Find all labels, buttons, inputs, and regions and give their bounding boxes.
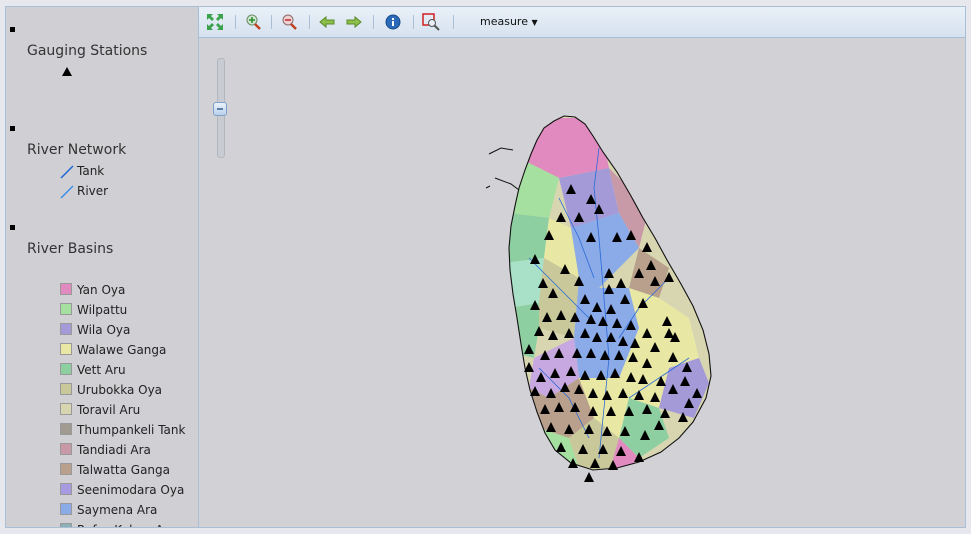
color-swatch [60,423,72,435]
basin-polygons [509,116,711,470]
legend-bullet [10,27,15,32]
legend-item-label: Yan Oya [77,283,126,297]
color-swatch [60,383,72,395]
triangle-icon [62,67,72,76]
measure-dropdown[interactable]: measure ▼ [480,15,538,28]
color-swatch [60,283,72,295]
color-swatch [60,363,72,375]
legend-item-label: Wila Oya [77,323,131,337]
legend-item-label: Toravil Aru [77,403,141,417]
legend-bullet [10,225,15,230]
color-swatch [60,483,72,495]
legend-item-label: Wilpattu [77,303,128,317]
toolbar-separator [271,15,272,29]
legend-item-label: Tandiadi Ara [77,443,151,457]
chevron-down-icon: ▼ [531,18,538,27]
legend-bullet [10,126,15,131]
zoom-extent-icon[interactable] [205,12,225,32]
line-icon [60,185,74,199]
legend-item-label: Tank [77,164,105,178]
legend-title-gauging-stations: Gauging Stations [27,43,148,59]
measure-label: measure [480,15,528,28]
color-swatch [60,303,72,315]
legend-title-river-basins: River Basins [27,241,114,257]
color-swatch [60,343,72,355]
legend-item-label: Thumpankeli Tank [77,423,186,437]
toolbar-separator [235,15,236,29]
color-swatch [60,463,72,475]
color-swatch [60,323,72,335]
toolbar-separator [309,15,310,29]
zoom-in-icon[interactable] [243,12,263,32]
legend-item-label: Rufus Kulam Aru [77,523,176,527]
legend-title-river-network: River Network [27,142,127,158]
zoom-box-icon[interactable] [421,12,441,32]
color-swatch [60,443,72,455]
info-icon[interactable] [383,12,403,32]
legend-item-label: Urubokka Oya [77,383,163,397]
toolbar: measure ▼ [199,7,965,38]
color-swatch [60,503,72,515]
coastal-islands [485,147,520,191]
legend-item-label: Talwatta Ganga [77,463,171,477]
back-arrow-icon[interactable] [317,12,337,32]
legend-item-label: Saymena Ara [77,503,158,517]
gauging-station-marker[interactable] [584,472,594,482]
forward-arrow-icon[interactable] [344,12,364,32]
legend-item-label: Walawe Ganga [77,343,167,357]
legend-panel: Gauging Stations River Network Tank Rive… [6,7,199,527]
color-swatch [60,523,72,527]
legend-item-label: Vett Aru [77,363,126,377]
sri-lanka-basin-map [485,115,712,482]
map-application: Gauging Stations River Network Tank Rive… [5,6,966,528]
line-icon [60,165,74,179]
toolbar-separator [453,15,454,29]
toolbar-separator [413,15,414,29]
map-canvas[interactable] [199,38,965,527]
color-swatch [60,403,72,415]
legend-item-label: Seenimodara Oya [77,483,185,497]
toolbar-separator [373,15,374,29]
zoom-out-icon[interactable] [279,12,299,32]
legend-item-label: River [77,184,109,198]
